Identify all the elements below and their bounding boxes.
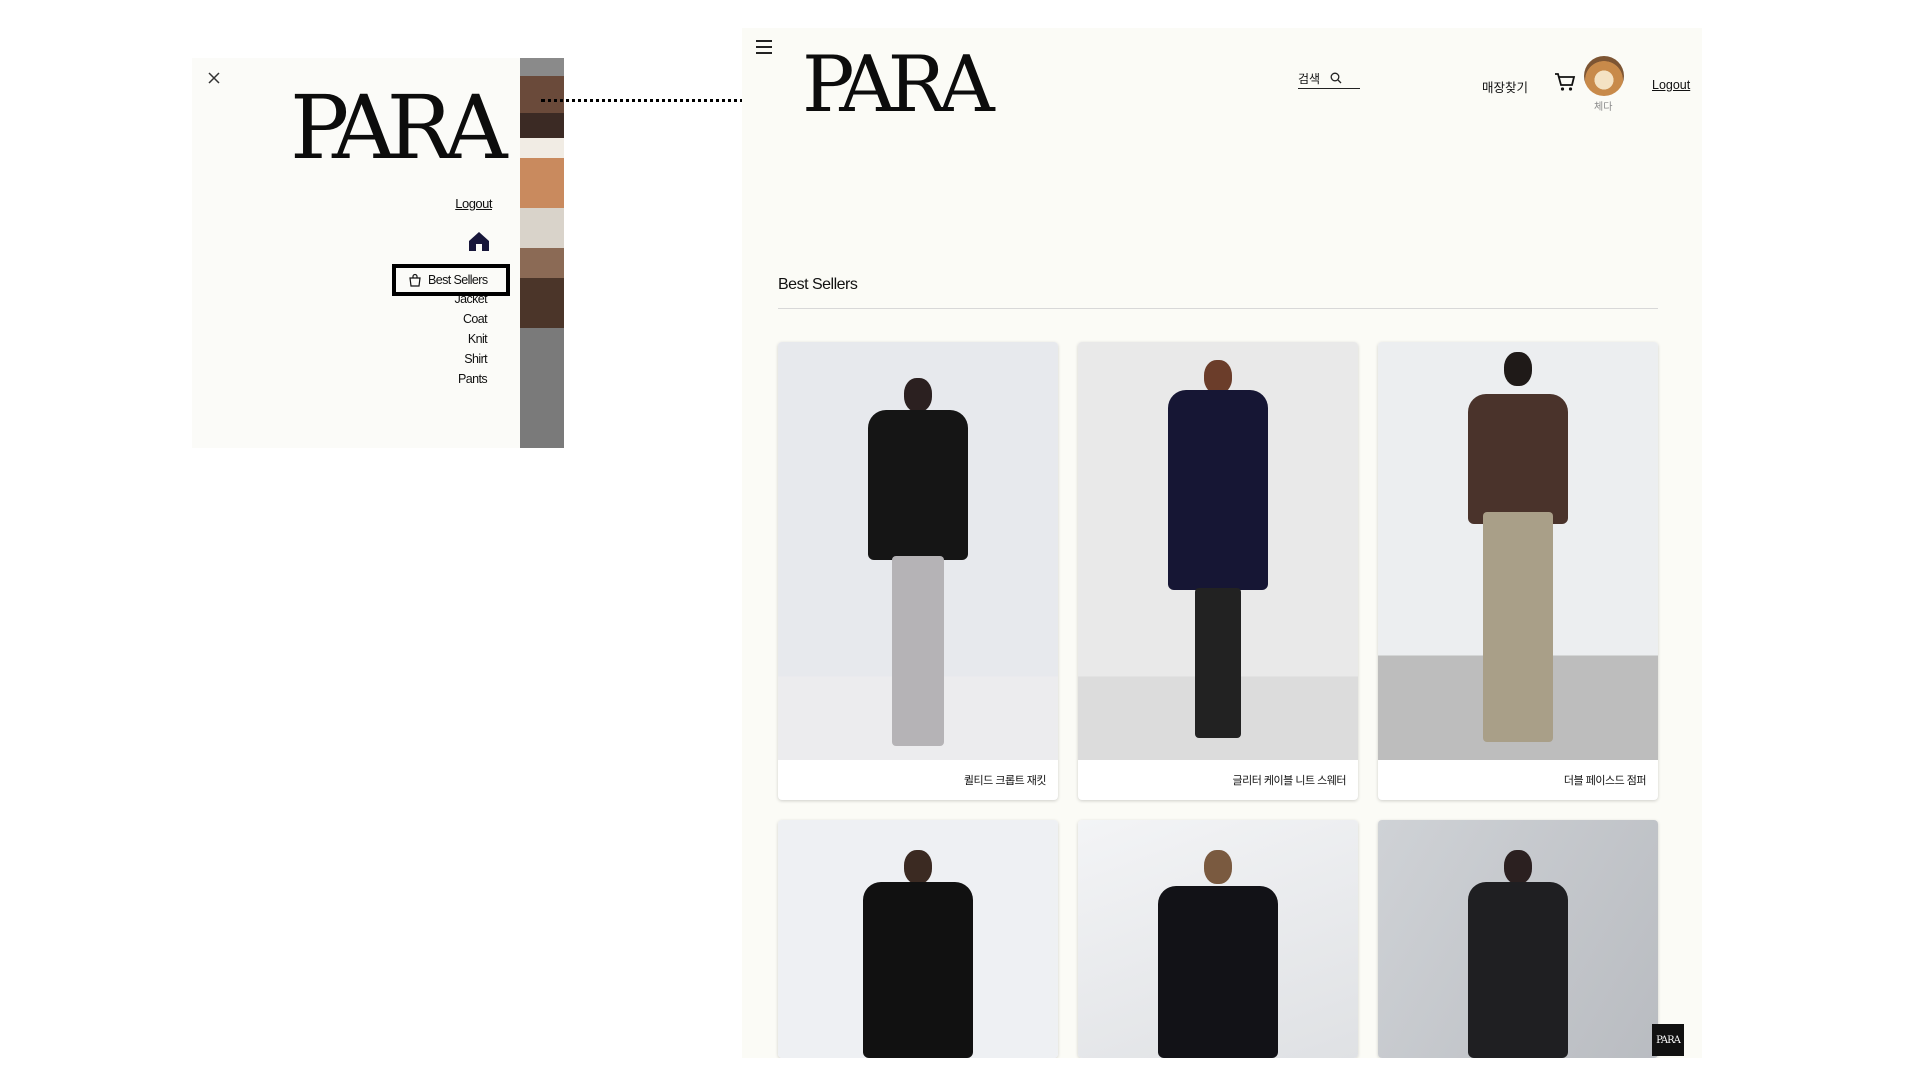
side-drawer: PARA Logout Best Sellers Jacket Coat Kni… — [192, 58, 564, 448]
product-image — [1378, 820, 1658, 1058]
page-preview-strip — [520, 58, 564, 448]
product-card[interactable] — [778, 820, 1058, 1058]
drawer-item-best-sellers[interactable]: Best Sellers — [392, 264, 510, 296]
main-page: PARA 검색 매장찾기 체다 Logout Best Sellers 퀼티드 … — [742, 28, 1702, 1058]
product-card[interactable]: 글리터 케이블 니트 스웨터 — [1078, 342, 1358, 800]
drawer-item-knit[interactable]: Knit — [454, 329, 488, 349]
search-icon — [1330, 72, 1342, 84]
product-image — [778, 820, 1058, 1058]
search-label: 검색 — [1298, 71, 1321, 86]
section-divider — [778, 308, 1658, 309]
home-icon[interactable] — [467, 230, 491, 252]
shopping-bag-icon — [409, 273, 421, 287]
product-image — [778, 342, 1058, 760]
avatar[interactable] — [1584, 56, 1624, 96]
search-input[interactable]: 검색 — [1298, 68, 1360, 89]
brand-badge[interactable]: PARA — [1652, 1024, 1684, 1056]
close-icon[interactable] — [206, 70, 222, 86]
header-logout-link[interactable]: Logout — [1652, 78, 1690, 92]
drawer-item-pants[interactable]: Pants — [454, 369, 488, 389]
drawer-logo[interactable]: PARA — [290, 84, 507, 172]
product-name: 퀼티드 크롭트 재킷 — [963, 775, 1047, 787]
drawer-logout-link[interactable]: Logout — [455, 196, 492, 211]
product-card[interactable] — [1378, 820, 1658, 1058]
header-logo[interactable]: PARA — [802, 46, 995, 124]
callout-connector — [541, 99, 757, 102]
product-image — [1078, 342, 1358, 760]
product-image — [1078, 820, 1358, 1058]
drawer-item-coat[interactable]: Coat — [454, 309, 488, 329]
product-image — [1378, 342, 1658, 760]
product-card[interactable]: 퀼티드 크롭트 재킷 — [778, 342, 1058, 800]
user-name: 체다 — [1594, 102, 1613, 113]
drawer-category-list: Jacket Coat Knit Shirt Pants — [454, 289, 487, 389]
store-finder-link[interactable]: 매장찾기 — [1482, 77, 1528, 96]
product-card[interactable]: 더블 페이스드 점퍼 — [1378, 342, 1658, 800]
product-name: 더블 페이스드 점퍼 — [1563, 775, 1647, 787]
drawer-item-shirt[interactable]: Shirt — [454, 349, 487, 369]
product-name: 글리터 케이블 니트 스웨터 — [1232, 775, 1347, 787]
product-card[interactable] — [1078, 820, 1358, 1058]
product-grid: 퀼티드 크롭트 재킷 글리터 케이블 니트 스웨터 더블 페이스드 점퍼 — [778, 342, 1658, 1058]
hamburger-icon[interactable] — [756, 40, 772, 54]
cart-icon[interactable] — [1554, 72, 1576, 92]
best-sellers-label: Best Sellers — [428, 273, 488, 287]
section-title: Best Sellers — [778, 276, 858, 293]
